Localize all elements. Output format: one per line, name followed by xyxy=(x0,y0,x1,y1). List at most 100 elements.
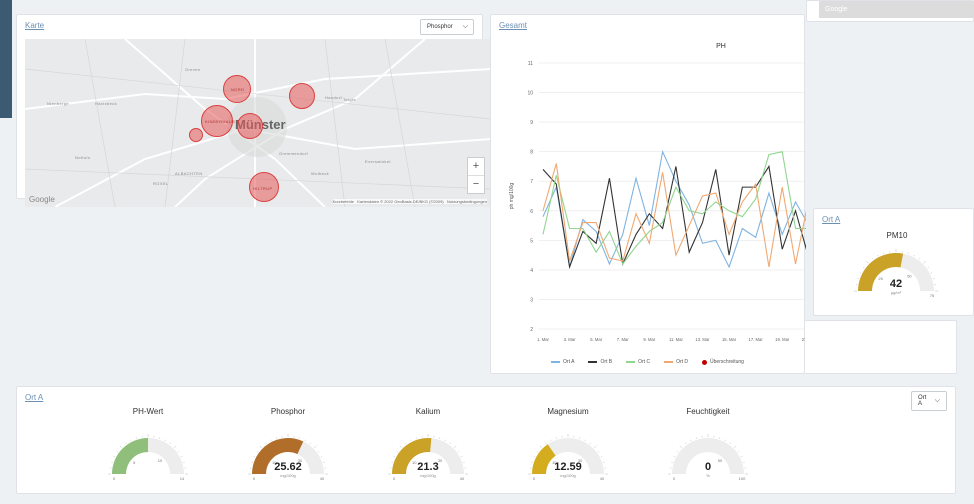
karte-metric-select[interactable]: Phosphor ⌵ xyxy=(420,19,474,35)
map-place-label: Telgte xyxy=(343,97,357,102)
gauge-dial: 0 40301012.59mg/100g xyxy=(528,434,608,480)
gauge-tick xyxy=(593,445,597,449)
map-place-label: Nienberge xyxy=(47,101,70,106)
gauge-min-label: 0 xyxy=(393,476,396,480)
gauge-tick xyxy=(265,442,267,445)
karte-title[interactable]: Karte xyxy=(25,21,44,30)
y-tick-label: 7 xyxy=(530,179,533,185)
gauge-tick xyxy=(313,445,317,449)
gauge-label: Feuchtigkeit xyxy=(686,407,730,416)
gauge-value: 12.59 xyxy=(554,461,582,473)
map-place-label: HILTRUP xyxy=(253,186,273,191)
gauge-ph-wert: PH-Wert 0 14 10 5 xyxy=(98,407,198,480)
gauge-tick xyxy=(460,456,463,458)
x-tick-label: 5. Mar xyxy=(590,337,602,342)
y-tick-label: 6 xyxy=(530,209,533,215)
gauge-tick xyxy=(116,451,119,453)
map-place-label: KINDERHAUS xyxy=(205,119,236,124)
gauge-label: PH-Wert xyxy=(132,407,164,416)
gauge-tick xyxy=(396,451,399,453)
gauge-tick xyxy=(177,451,180,453)
map-place-label: Greven xyxy=(185,67,201,72)
gauge-unit: mg/100g xyxy=(280,473,296,478)
gauge-mid-label: 50 xyxy=(907,274,912,279)
mini-map-card: Google xyxy=(806,0,974,22)
gauge-tick xyxy=(679,445,683,449)
legend-swatch xyxy=(588,361,598,363)
gauge-tick xyxy=(550,439,552,442)
x-tick-label: 9. Mar xyxy=(643,337,655,342)
gauge-tick xyxy=(724,439,726,442)
y-tick-label: 9 xyxy=(530,120,533,126)
ort-select[interactable]: Ort A ⌵ xyxy=(911,391,947,411)
x-tick-label: 17. Mar xyxy=(749,337,764,342)
gauge-tick xyxy=(729,442,731,445)
gauge-unit: mg/100g xyxy=(420,473,436,478)
x-tick-label: 11. Mar xyxy=(669,337,683,342)
map-place-label: ROXEL xyxy=(153,181,169,186)
pm10-card-title[interactable]: Ort A xyxy=(822,215,840,224)
x-tick-label: 7. Mar xyxy=(617,337,629,342)
zoom-in-button[interactable]: + xyxy=(468,158,484,176)
gauge-tick xyxy=(449,442,451,445)
gauge-tick xyxy=(690,439,692,442)
y-tick-label: 10 xyxy=(527,91,533,97)
map-area[interactable]: Telgte Greven Handorf Havixbeck Nienberg… xyxy=(25,39,491,207)
gauge-tick xyxy=(533,456,536,458)
gauge-fill xyxy=(112,438,148,474)
legend-item[interactable]: Ort C xyxy=(626,359,650,365)
map-place-label: ALBACHTEN xyxy=(175,171,203,176)
gauge-min-label: 0 xyxy=(253,476,256,480)
map-bubble-center[interactable] xyxy=(237,113,263,139)
ort-panel-title[interactable]: Ort A xyxy=(25,393,43,402)
google-logo: Google xyxy=(825,6,848,13)
legend-label: Überschreitung xyxy=(710,359,744,365)
gesamt-card: Gesamt PH 2 3 4 5 6 7 8 9 10 11 1. Mar 3. Mar 5. Mar… xyxy=(490,14,806,374)
gauge-tick xyxy=(863,266,865,269)
gauge-min-label: 0 xyxy=(113,476,116,480)
gauge-tick xyxy=(539,445,543,449)
map-place-label: NORD xyxy=(231,87,245,92)
pm10-card: Ort A PM10 75 50 25 42 µg/m³ xyxy=(813,208,974,316)
gauge-min-label: 0 xyxy=(533,476,536,480)
legend-item[interactable]: Überschreitung xyxy=(702,359,744,365)
gauge-max-label: 75 xyxy=(930,293,935,298)
legend-label: Ort A xyxy=(563,359,575,365)
legend-dot xyxy=(702,359,708,365)
gauge-tick xyxy=(536,451,539,453)
gauge-max-label: 40 xyxy=(460,476,465,480)
gauge-dial: 0 100 50 0% xyxy=(668,434,748,480)
gauge-label: Phosphor xyxy=(270,407,306,416)
y-tick-label: 3 xyxy=(530,297,533,303)
map-bubble-east[interactable] xyxy=(289,83,315,109)
gauge-tick xyxy=(453,445,457,449)
gauge-tick xyxy=(270,439,272,442)
gauge-tick xyxy=(169,442,171,445)
legend-item[interactable]: Ort D xyxy=(664,359,688,365)
karte-select-value: Phosphor xyxy=(427,24,453,30)
gauge-dial: 0 403010 21.3mg/100g xyxy=(388,434,468,480)
legend-label: Ort B xyxy=(600,359,613,365)
gauge-tick xyxy=(309,442,311,445)
x-tick-label: 3. Mar xyxy=(564,337,576,342)
map-attribution[interactable]: Kurzbefehle Kartendaten © 2022 GeoBasis-… xyxy=(332,199,487,204)
gauge-kalium: Kalium 0 40 30 10 21.3 mg/100g xyxy=(378,407,478,480)
chevron-down-icon: ⌵ xyxy=(462,23,468,30)
gauge-tick xyxy=(256,451,259,453)
zoom-out-button[interactable]: − xyxy=(468,176,484,193)
gauge-tick xyxy=(584,439,586,442)
gauge-value: 0 xyxy=(705,461,711,473)
gauge-tick xyxy=(399,445,403,449)
ort-panel: Ort A Ort A ⌵ PH-Wert 0 14 10 5 Phosphor 0 40 30… xyxy=(16,386,956,494)
legend-item[interactable]: Ort B xyxy=(588,359,612,365)
mini-map[interactable]: Google xyxy=(819,1,974,18)
gauge-tick xyxy=(923,261,926,264)
gauge-tick xyxy=(866,261,869,264)
x-tick-label: 19. Mar xyxy=(775,337,790,342)
map-bubble-west[interactable] xyxy=(189,128,203,142)
map-zoom-control: + − xyxy=(467,157,485,194)
legend-item[interactable]: Ort A xyxy=(551,359,574,365)
gauge-tick xyxy=(597,451,600,453)
gauge-tick xyxy=(733,445,737,449)
gauge-tick xyxy=(119,445,123,449)
